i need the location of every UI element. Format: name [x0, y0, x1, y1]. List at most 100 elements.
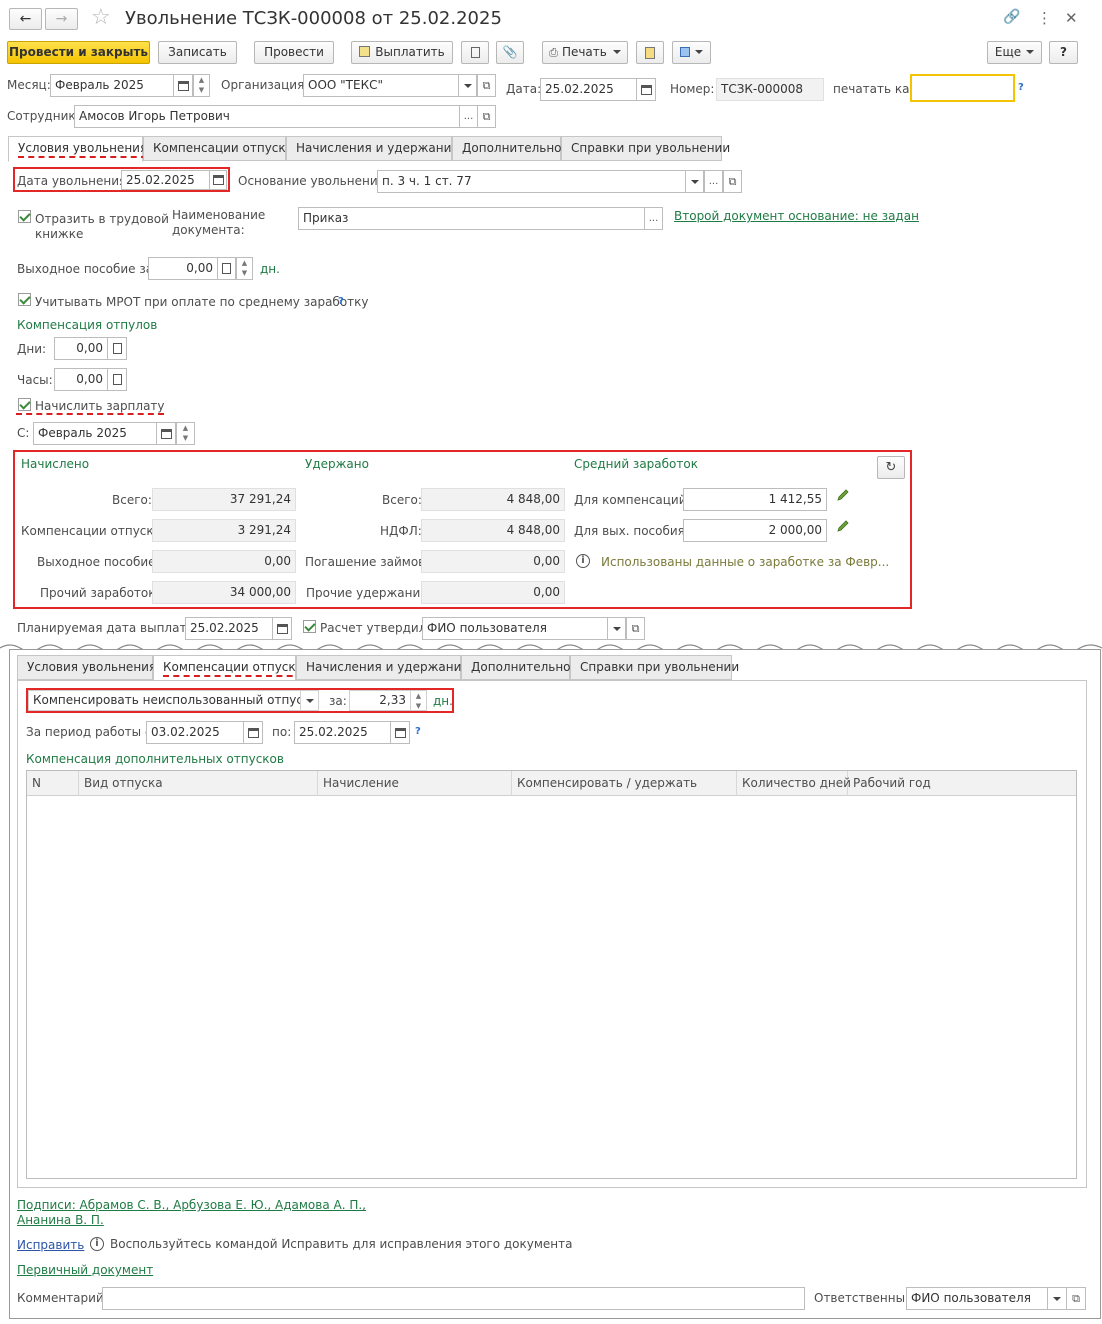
days-input[interactable]: 0,00: [54, 337, 108, 360]
print-as-help-icon[interactable]: ?: [1018, 82, 1024, 93]
refresh-button[interactable]: ↻: [877, 456, 905, 479]
signatures-link-line2[interactable]: Ананина В. П.: [17, 1213, 104, 1227]
basis-dropdown-button[interactable]: [685, 170, 704, 193]
employee-select-button[interactable]: ...: [459, 105, 478, 128]
post-and-close-button[interactable]: Провести и закрыть: [7, 41, 150, 64]
compensation-mode-input[interactable]: Компенсировать неиспользованный отпуск: [28, 690, 301, 711]
more-button[interactable]: Еще: [987, 41, 1042, 64]
signatures-link-line1[interactable]: Подписи: Абрамов С. В., Арбузова Е. Ю., …: [17, 1198, 366, 1212]
close-icon[interactable]: ✕: [1065, 9, 1078, 27]
planned-date-input[interactable]: 25.02.2025: [185, 617, 273, 640]
docname-select-button[interactable]: ...: [644, 207, 663, 230]
month-input[interactable]: Февраль 2025: [50, 74, 174, 97]
approved-open-button[interactable]: ⧉: [626, 617, 645, 640]
column-work-year[interactable]: Рабочий год: [848, 771, 1076, 796]
for-days-input[interactable]: 2,33: [349, 690, 411, 711]
additional-vacations-table[interactable]: N Вид отпуска Начисление Компенсировать …: [26, 770, 1077, 1179]
org-open-button[interactable]: ⧉: [477, 74, 496, 97]
period-from-input[interactable]: 03.02.2025: [146, 721, 244, 744]
dismissal-calendar-button[interactable]: [209, 170, 227, 190]
responsible-open-button[interactable]: ⧉: [1066, 1287, 1086, 1310]
approved-input[interactable]: ФИО пользователя: [422, 617, 608, 640]
tab-accruals-2[interactable]: Начисления и удержания: [296, 655, 469, 680]
edit-avg-sev-pencil-icon[interactable]: [836, 519, 850, 533]
favorite-star-icon[interactable]: ☆: [91, 5, 111, 30]
reflect-checkbox[interactable]: [18, 210, 31, 223]
tab-vacation-compensation-2[interactable]: Компенсации отпуска: [153, 655, 303, 681]
tab-additional[interactable]: Дополнительно: [452, 136, 562, 161]
attach-button[interactable]: 📎: [496, 41, 524, 64]
write-button[interactable]: Записать: [158, 41, 237, 64]
compensation-mode-dropdown[interactable]: [300, 690, 319, 711]
more-vertical-icon[interactable]: ⋮: [1037, 9, 1052, 27]
from-input[interactable]: Февраль 2025: [33, 422, 157, 445]
column-vacation-type[interactable]: Вид отпуска: [79, 771, 318, 796]
second-document-link[interactable]: Второй документ основание: не задан: [674, 209, 919, 223]
column-days-count[interactable]: Количество дней: [737, 771, 851, 796]
severance-calc-button[interactable]: [217, 257, 236, 280]
column-compensate[interactable]: Компенсировать / удержать: [512, 771, 737, 796]
hours-input[interactable]: 0,00: [54, 368, 108, 391]
month-calendar-button[interactable]: [173, 74, 193, 97]
from-calendar-button[interactable]: [156, 422, 176, 445]
create-based-button[interactable]: [672, 41, 711, 64]
org-input[interactable]: ООО "ТЕКС": [303, 74, 459, 97]
column-n[interactable]: N: [27, 771, 79, 796]
docname-input[interactable]: Приказ: [298, 207, 645, 230]
edit-avg-comp-pencil-icon[interactable]: [836, 488, 850, 502]
tab-dismissal-conditions[interactable]: Условия увольнения: [8, 136, 148, 162]
severance-spinner[interactable]: ▲ ▼: [236, 257, 253, 280]
print-as-input[interactable]: [910, 74, 1015, 102]
period-help-icon[interactable]: ?: [415, 726, 421, 737]
number-input[interactable]: ТСЗК-000008: [716, 78, 824, 101]
employee-input[interactable]: Амосов Игорь Петрович: [74, 105, 460, 128]
report-button[interactable]: [636, 41, 664, 64]
mrot-help-icon[interactable]: ?: [338, 296, 344, 307]
hours-calc-button[interactable]: [107, 368, 127, 391]
severance-input[interactable]: 0,00: [148, 257, 218, 280]
period-from-calendar[interactable]: [243, 721, 263, 744]
pay-button[interactable]: Выплатить: [351, 41, 453, 64]
comment-input[interactable]: [102, 1287, 805, 1310]
period-to-input[interactable]: 25.02.2025: [294, 721, 391, 744]
tab-accruals[interactable]: Начисления и удержания: [286, 136, 459, 161]
back-button[interactable]: ←: [9, 8, 42, 30]
column-accrual[interactable]: Начисление: [318, 771, 512, 796]
days-calc-button[interactable]: [107, 337, 127, 360]
avg-comp-value[interactable]: 1 412,55: [683, 488, 827, 511]
tab-vacation-compensation[interactable]: Компенсации отпуска: [143, 136, 293, 161]
period-to-calendar[interactable]: [390, 721, 410, 744]
tab-additional-2[interactable]: Дополнительно: [461, 655, 571, 680]
help-button[interactable]: ?: [1049, 41, 1078, 64]
basis-select-button[interactable]: ...: [704, 170, 723, 193]
for-days-spinner[interactable]: ▲ ▼: [410, 690, 427, 711]
dismissal-date-input[interactable]: 25.02.2025: [121, 170, 210, 190]
basis-input[interactable]: п. 3 ч. 1 ст. 77: [377, 170, 686, 193]
from-spinner[interactable]: ▲ ▼: [176, 422, 195, 445]
primary-document-link[interactable]: Первичный документ: [17, 1263, 153, 1277]
list-button[interactable]: [461, 41, 489, 64]
tab-certificates-2[interactable]: Справки при увольнении: [570, 655, 739, 680]
approved-label: Расчет утвердил: [320, 621, 427, 635]
mrot-checkbox[interactable]: [18, 293, 31, 306]
print-button[interactable]: ⎙ Печать: [542, 41, 628, 64]
chevron-down-icon: [1053, 1296, 1061, 1301]
post-button[interactable]: Провести: [254, 41, 334, 64]
date-calendar-button[interactable]: [636, 78, 656, 101]
approved-dropdown-button[interactable]: [607, 617, 626, 640]
employee-open-button[interactable]: ⧉: [477, 105, 496, 128]
approved-checkbox[interactable]: [303, 620, 316, 633]
tab-dismissal-conditions-2[interactable]: Условия увольнения: [17, 655, 156, 680]
fix-link[interactable]: Исправить: [17, 1238, 84, 1252]
basis-open-button[interactable]: ⧉: [723, 170, 742, 193]
responsible-dropdown-button[interactable]: [1047, 1287, 1067, 1310]
forward-button[interactable]: →: [45, 8, 78, 30]
org-dropdown-button[interactable]: [458, 74, 477, 97]
planned-calendar-button[interactable]: [272, 617, 292, 640]
tab-certificates[interactable]: Справки при увольнении: [561, 136, 730, 161]
avg-sev-value[interactable]: 2 000,00: [683, 519, 827, 542]
responsible-input[interactable]: ФИО пользователя: [906, 1287, 1048, 1310]
link-icon[interactable]: 🔗: [1003, 9, 1020, 25]
date-input[interactable]: 25.02.2025: [540, 78, 637, 101]
month-spinner[interactable]: ▲ ▼: [193, 74, 210, 97]
